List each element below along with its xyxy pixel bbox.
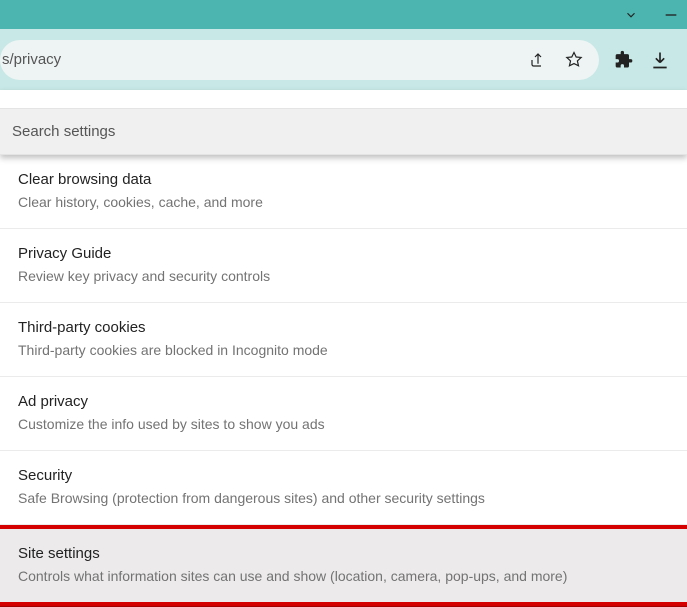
setting-title: Privacy Guide [18,245,669,262]
search-container: Search settings [0,90,687,155]
setting-desc: Third-party cookies are blocked in Incog… [18,342,669,358]
download-icon[interactable] [649,49,671,71]
settings-item-site-settings[interactable]: Site settings Controls what information … [0,529,687,602]
setting-desc: Customize the info used by sites to show… [18,416,669,432]
extensions-icon[interactable] [613,49,635,71]
setting-title: Third-party cookies [18,319,669,336]
setting-title: Security [18,467,669,484]
setting-title: Ad privacy [18,393,669,410]
setting-desc: Review key privacy and security controls [18,268,669,284]
highlight-border-bottom [0,602,687,607]
setting-title: Site settings [18,545,669,562]
settings-list: Clear browsing data Clear history, cooki… [0,155,687,607]
settings-item-ad-privacy[interactable]: Ad privacy Customize the info used by si… [0,377,687,451]
settings-item-privacy-guide[interactable]: Privacy Guide Review key privacy and sec… [0,229,687,303]
browser-toolbar: s/privacy [0,29,687,90]
address-url: s/privacy [0,51,527,68]
window-titlebar [0,0,687,29]
setting-desc: Clear history, cookies, cache, and more [18,194,669,210]
share-icon[interactable] [527,49,549,71]
settings-item-third-party-cookies[interactable]: Third-party cookies Third-party cookies … [0,303,687,377]
minimize-icon[interactable] [663,7,679,23]
search-input[interactable]: Search settings [0,108,687,155]
setting-desc: Controls what information sites can use … [18,568,669,584]
settings-item-clear-browsing-data[interactable]: Clear browsing data Clear history, cooki… [0,155,687,229]
setting-desc: Safe Browsing (protection from dangerous… [18,490,669,506]
settings-item-security[interactable]: Security Safe Browsing (protection from … [0,451,687,525]
caret-down-icon[interactable] [623,7,639,23]
setting-title: Clear browsing data [18,171,669,188]
address-bar[interactable]: s/privacy [0,40,599,80]
star-icon[interactable] [563,49,585,71]
